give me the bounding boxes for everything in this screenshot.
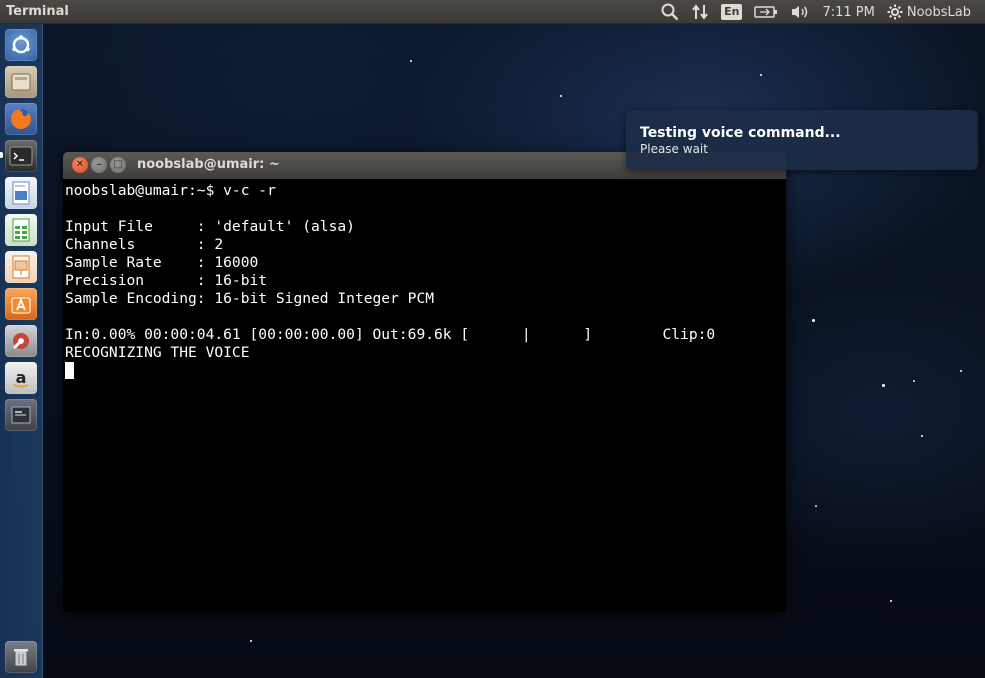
star <box>815 505 817 507</box>
star <box>760 74 762 76</box>
gear-icon <box>887 4 903 20</box>
keyboard-layout-icon[interactable]: En <box>715 0 748 24</box>
impress-icon[interactable] <box>5 251 37 283</box>
unity-launcher: a <box>0 24 43 678</box>
star <box>921 435 923 437</box>
battery-icon[interactable] <box>748 0 784 24</box>
terminal-window: ✕ – □ noobslab@umair: ~ noobslab@umair:~… <box>63 152 786 612</box>
keyboard-layout-label: En <box>721 4 743 20</box>
terminal-line: Sample Encoding: 16-bit Signed Integer P… <box>65 290 435 307</box>
svg-text:a: a <box>16 368 27 387</box>
volume-icon[interactable] <box>784 0 816 24</box>
network-arrows-icon[interactable] <box>685 0 715 24</box>
active-app-title: Terminal <box>6 4 69 19</box>
star <box>250 640 252 642</box>
session-menu[interactable]: NoobsLab <box>881 0 977 24</box>
running-indicator <box>0 152 3 158</box>
star <box>960 370 962 372</box>
top-panel: Terminal En 7:11 PM NoobsLab <box>0 0 985 24</box>
star <box>812 319 815 322</box>
terminal-icon[interactable] <box>5 140 37 172</box>
calc-icon[interactable] <box>5 214 37 246</box>
notification-title: Testing voice command... <box>640 125 841 141</box>
amazon-icon[interactable]: a <box>5 362 37 394</box>
text-cursor <box>65 362 74 379</box>
software-center-icon[interactable] <box>5 288 37 320</box>
star <box>560 95 562 97</box>
clock[interactable]: 7:11 PM <box>816 0 880 24</box>
terminal-line: Sample Rate : 16000 <box>65 254 259 271</box>
maximize-button[interactable]: □ <box>110 157 126 173</box>
terminal-line: Input File : 'default' (alsa) <box>65 218 355 235</box>
search-icon[interactable] <box>655 0 685 24</box>
terminal-line: In:0.00% 00:00:04.61 [00:00:00.00] Out:6… <box>65 326 716 343</box>
star <box>913 380 915 382</box>
files-icon[interactable] <box>5 66 37 98</box>
star <box>882 384 885 387</box>
terminal-output[interactable]: noobslab@umair:~$ v-c -r Input File : 'd… <box>63 179 786 612</box>
terminal-line: noobslab@umair:~$ v-c -r <box>65 182 276 199</box>
trash-icon[interactable] <box>5 641 37 673</box>
ubuntu-dash-icon[interactable] <box>5 29 37 61</box>
notification-bubble: Testing voice command... Please wait <box>626 110 978 170</box>
firefox-icon[interactable] <box>5 103 37 135</box>
cursor-line <box>65 362 784 380</box>
star <box>890 600 892 602</box>
workspace-switcher-icon[interactable] <box>5 399 37 431</box>
minimize-button[interactable]: – <box>91 157 107 173</box>
system-settings-icon[interactable] <box>5 325 37 357</box>
window-title: noobslab@umair: ~ <box>137 157 280 172</box>
notification-body: Please wait <box>640 142 708 156</box>
star <box>410 60 412 62</box>
close-button[interactable]: ✕ <box>72 157 88 173</box>
user-name: NoobsLab <box>906 4 971 20</box>
terminal-line: RECOGNIZING THE VOICE <box>65 344 250 361</box>
terminal-line: Channels : 2 <box>65 236 224 253</box>
terminal-line: Precision : 16-bit <box>65 272 268 289</box>
indicator-area: En 7:11 PM NoobsLab <box>655 0 977 24</box>
writer-icon[interactable] <box>5 177 37 209</box>
